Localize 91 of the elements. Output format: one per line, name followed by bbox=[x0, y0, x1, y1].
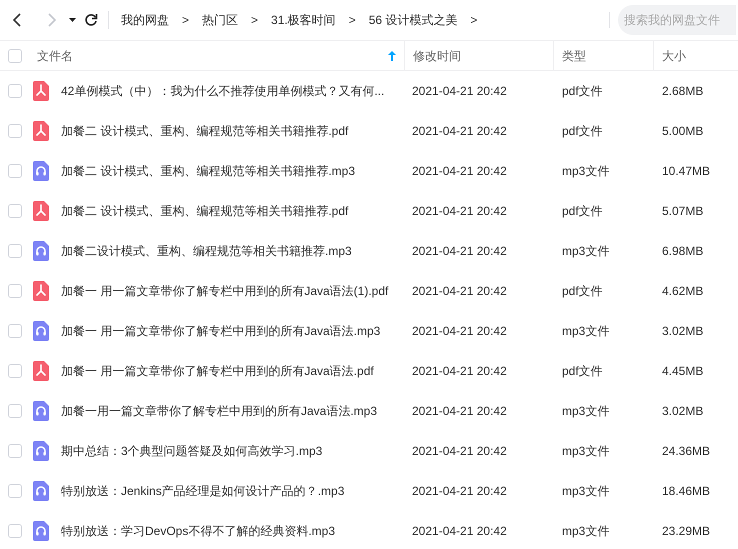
file-type: mp3文件 bbox=[562, 484, 610, 498]
file-size: 6.98MB bbox=[662, 244, 704, 258]
breadcrumb-link[interactable]: 我的网盘 bbox=[121, 11, 169, 29]
checkbox[interactable] bbox=[8, 48, 22, 62]
file-size: 5.00MB bbox=[662, 124, 704, 138]
modified-time: 2021-04-21 20:42 bbox=[412, 324, 507, 338]
checkbox[interactable] bbox=[8, 524, 22, 538]
modified-time: 2021-04-21 20:42 bbox=[412, 444, 507, 458]
checkbox[interactable] bbox=[8, 324, 22, 338]
pdf-file-icon bbox=[33, 121, 49, 141]
modified-time: 2021-04-21 20:42 bbox=[412, 284, 507, 298]
headphones-file-icon bbox=[33, 481, 49, 501]
refresh-icon bbox=[84, 13, 98, 27]
file-size: 4.62MB bbox=[662, 284, 704, 298]
modified-time: 2021-04-21 20:42 bbox=[412, 364, 507, 378]
headphones-file-icon bbox=[33, 441, 49, 461]
file-size: 18.46MB bbox=[662, 484, 710, 498]
checkbox[interactable] bbox=[8, 204, 22, 218]
modified-time: 2021-04-21 20:42 bbox=[412, 84, 507, 98]
file-name[interactable]: 期中总结：3个典型问题答疑及如何高效学习.mp3 bbox=[61, 442, 322, 460]
breadcrumb-separator: > bbox=[470, 12, 478, 29]
file-size: 3.02MB bbox=[662, 404, 704, 418]
breadcrumb-separator: > bbox=[348, 12, 356, 29]
column-header[interactable]: 类型 bbox=[562, 46, 586, 64]
checkbox[interactable] bbox=[8, 244, 22, 258]
breadcrumb-link[interactable]: 热门区 bbox=[202, 11, 238, 29]
column-header[interactable]: 修改时间 bbox=[413, 46, 461, 64]
file-name[interactable]: 加餐二设计模式、重构、编程规范等相关书籍推荐.mp3 bbox=[61, 242, 352, 260]
file-type: pdf文件 bbox=[562, 124, 603, 138]
file-name[interactable]: 加餐一用一篇文章带你了解专栏中用到的所有Java语法.mp3 bbox=[61, 402, 378, 420]
checkbox[interactable] bbox=[8, 364, 22, 378]
file-type: pdf文件 bbox=[562, 84, 603, 98]
checkbox[interactable] bbox=[8, 284, 22, 298]
headphones-file-icon bbox=[33, 161, 49, 181]
file-size: 23.29MB bbox=[662, 524, 710, 538]
headphones-file-icon bbox=[33, 241, 49, 261]
chevron-right-icon bbox=[46, 13, 56, 27]
file-type: mp3文件 bbox=[562, 244, 610, 258]
breadcrumb-link[interactable]: 56 设计模式之美 bbox=[368, 11, 458, 29]
breadcrumb-link[interactable]: 31.极客时间 bbox=[271, 11, 336, 29]
modified-time: 2021-04-21 20:42 bbox=[412, 524, 507, 538]
column-header[interactable]: 大小 bbox=[662, 46, 686, 64]
file-name[interactable]: 加餐二 设计模式、重构、编程规范等相关书籍推荐.pdf bbox=[61, 202, 348, 220]
breadcrumb-separator: > bbox=[182, 12, 190, 29]
chevron-left-icon bbox=[12, 13, 22, 27]
file-type: mp3文件 bbox=[562, 404, 610, 418]
file-type: pdf文件 bbox=[562, 284, 603, 298]
modified-time: 2021-04-21 20:42 bbox=[412, 244, 507, 258]
checkbox[interactable] bbox=[8, 444, 22, 458]
file-type: pdf文件 bbox=[562, 204, 603, 218]
file-type: mp3文件 bbox=[562, 444, 610, 458]
modified-time: 2021-04-21 20:42 bbox=[412, 204, 507, 218]
pdf-file-icon bbox=[33, 201, 49, 221]
file-size: 10.47MB bbox=[662, 164, 710, 178]
file-name[interactable]: 加餐一 用一篇文章带你了解专栏中用到的所有Java语法.pdf bbox=[61, 362, 374, 380]
caret-icon bbox=[68, 18, 76, 22]
headphones-file-icon bbox=[33, 521, 49, 541]
file-type: mp3文件 bbox=[562, 524, 610, 538]
file-name[interactable]: 加餐二 设计模式、重构、编程规范等相关书籍推荐.mp3 bbox=[61, 162, 356, 180]
file-type: mp3文件 bbox=[562, 324, 610, 338]
column-header[interactable]: 文件名 bbox=[37, 46, 73, 64]
checkbox[interactable] bbox=[8, 484, 22, 498]
sort-arrow-icon[interactable] bbox=[388, 50, 396, 60]
modified-time: 2021-04-21 20:42 bbox=[412, 164, 507, 178]
file-size: 5.07MB bbox=[662, 204, 704, 218]
pdf-file-icon bbox=[33, 81, 49, 101]
checkbox[interactable] bbox=[8, 84, 22, 98]
file-size: 4.45MB bbox=[662, 364, 704, 378]
checkbox[interactable] bbox=[8, 404, 22, 418]
file-type: pdf文件 bbox=[562, 364, 603, 378]
checkbox[interactable] bbox=[8, 124, 22, 138]
search-field[interactable]: 搜索我的网盘文件 bbox=[618, 5, 736, 35]
file-name[interactable]: 加餐一 用一篇文章带你了解专栏中用到的所有Java语法.mp3 bbox=[61, 322, 380, 340]
pdf-file-icon bbox=[33, 361, 49, 381]
modified-time: 2021-04-21 20:42 bbox=[412, 484, 507, 498]
modified-time: 2021-04-21 20:42 bbox=[412, 404, 507, 418]
file-size: 24.36MB bbox=[662, 444, 710, 458]
file-name[interactable]: 42单例模式（中）：我为什么不推荐使用单例模式？又有何... bbox=[61, 82, 384, 100]
pdf-file-icon bbox=[33, 281, 49, 301]
breadcrumb-separator: > bbox=[251, 12, 258, 29]
modified-time: 2021-04-21 20:42 bbox=[412, 124, 507, 138]
file-type: mp3文件 bbox=[562, 164, 610, 178]
file-size: 3.02MB bbox=[662, 324, 704, 338]
file-name[interactable]: 加餐二 设计模式、重构、编程规范等相关书籍推荐.pdf bbox=[61, 122, 348, 140]
file-name[interactable]: 特别放送：Jenkins产品经理是如何设计产品的？.mp3 bbox=[61, 482, 344, 500]
headphones-file-icon bbox=[33, 321, 49, 341]
headphones-file-icon bbox=[33, 401, 49, 421]
file-name[interactable]: 加餐一 用一篇文章带你了解专栏中用到的所有Java语法(1).pdf bbox=[61, 282, 388, 300]
file-name[interactable]: 特别放送：学习DevOps不得不了解的经典资料.mp3 bbox=[61, 522, 336, 540]
checkbox[interactable] bbox=[8, 164, 22, 178]
file-size: 2.68MB bbox=[662, 84, 704, 98]
